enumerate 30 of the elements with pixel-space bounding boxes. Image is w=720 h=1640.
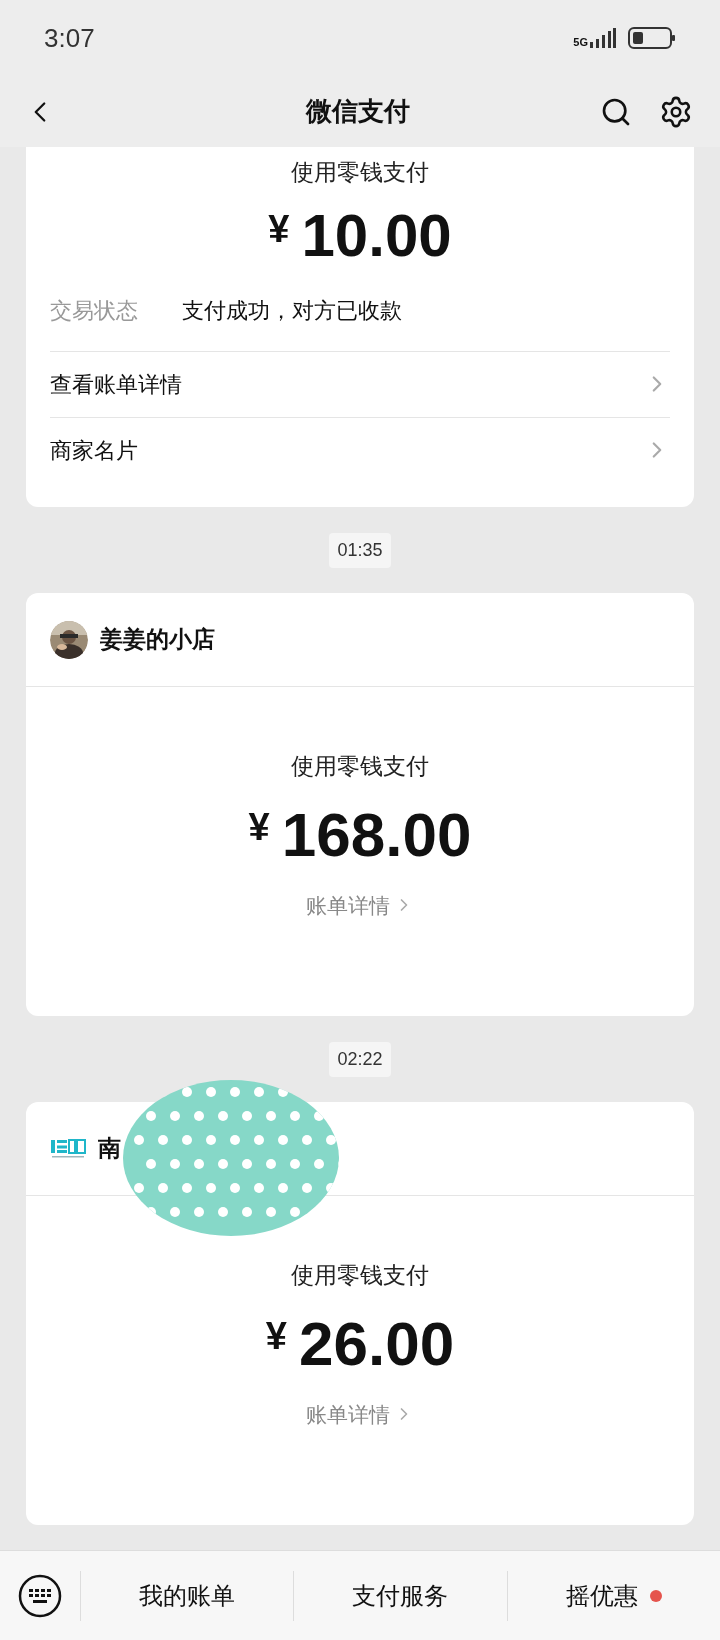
status-label: 交易状态 xyxy=(50,296,138,325)
battery-icon xyxy=(628,26,676,50)
menu-tab[interactable]: 我的账单 xyxy=(139,1577,236,1614)
payment-method: 使用零钱支付 xyxy=(290,752,430,781)
currency-symbol: ¥ xyxy=(248,807,270,846)
settings-icon xyxy=(659,94,693,129)
payment-amount: 26.00 xyxy=(299,1312,455,1375)
payment-amount: 168.00 xyxy=(281,803,472,866)
logo-icon xyxy=(50,1137,86,1160)
menu-tab[interactable]: 支付服务 xyxy=(352,1577,449,1614)
menu-tab[interactable]: 摇优惠 xyxy=(565,1577,662,1614)
payment-method: 使用零钱支付 xyxy=(290,1261,430,1290)
payment-amount: 10.00 xyxy=(301,205,452,266)
payment-method: 使用零钱支付 xyxy=(290,158,430,187)
currency-symbol: ¥ xyxy=(268,209,290,248)
status-value: 支付成功，对方已收款 xyxy=(182,296,402,325)
link-row[interactable]: 查看账单详情 xyxy=(50,350,670,417)
currency-symbol: ¥ xyxy=(265,1316,287,1355)
timestamp: 01:35 xyxy=(329,532,391,568)
keyboard-icon xyxy=(18,1573,62,1618)
bill-details-link[interactable]: 账单详情 xyxy=(306,1398,414,1430)
timestamp: 02:22 xyxy=(329,1041,391,1077)
merchant-name: 南 xyxy=(98,1134,121,1164)
status-time: 3:07 xyxy=(44,21,95,55)
page-title: 微信支付 xyxy=(304,95,411,128)
bill-details-link[interactable]: 账单详情 xyxy=(306,889,414,921)
signal-icon xyxy=(590,28,616,48)
link-row[interactable]: 商家名片 xyxy=(50,416,670,483)
merchant-name: 姜姜的小店 xyxy=(100,625,215,655)
network-type: 5G xyxy=(573,37,588,48)
